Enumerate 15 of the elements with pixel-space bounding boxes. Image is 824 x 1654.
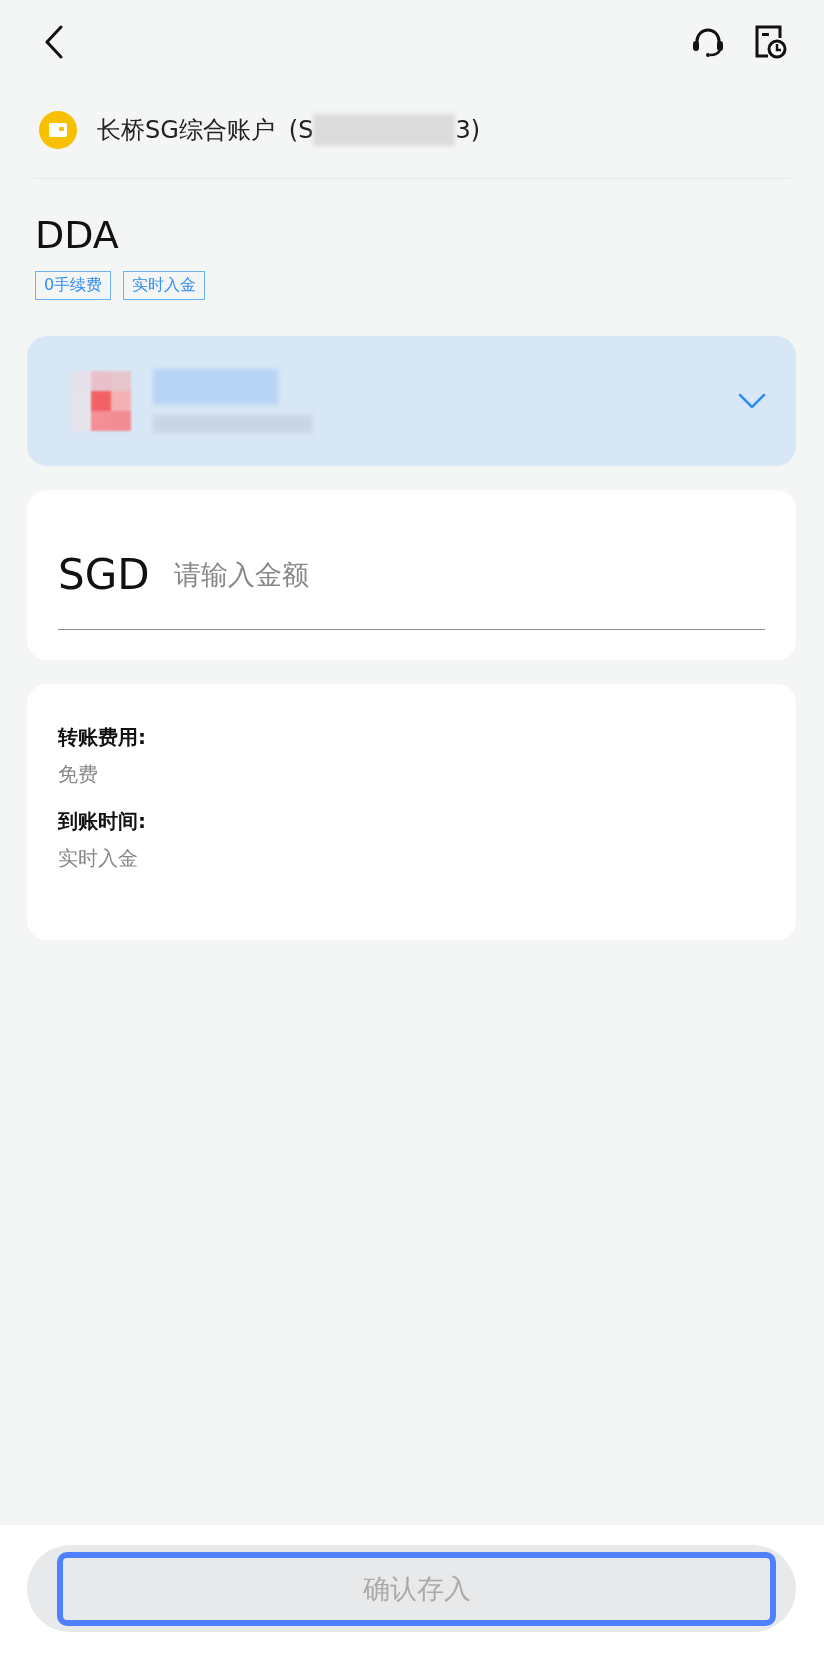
account-name: 长桥SG综合账户 [97, 115, 275, 146]
account-number-start: (S [288, 116, 314, 144]
info-label: 转账费用: [58, 724, 147, 751]
tag: 实时入金 [123, 271, 206, 300]
chevron-down-icon [738, 393, 766, 409]
back-icon[interactable] [44, 25, 64, 59]
info-value: 实时入金 [58, 845, 139, 872]
tag: 0手续费 [35, 271, 112, 300]
wallet-icon [39, 111, 77, 149]
method-title: DDA [35, 213, 120, 257]
account-number-end: 3) [455, 116, 481, 144]
info-label: 到账时间: [58, 808, 147, 835]
currency-label: SGD [58, 550, 150, 599]
info-value: 免费 [58, 761, 99, 788]
amount-input[interactable]: 请输入金额 [171, 558, 765, 591]
